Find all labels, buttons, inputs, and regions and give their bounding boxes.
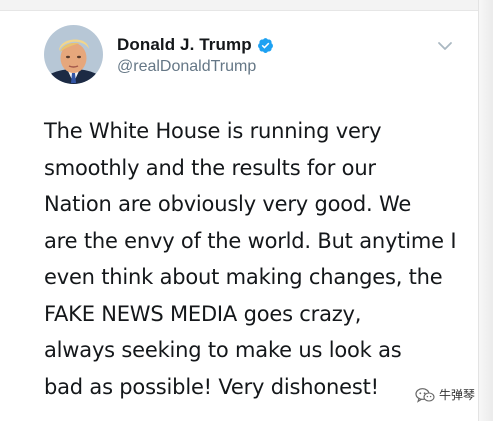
- tweet-line: The White House is running very: [44, 119, 382, 143]
- avatar[interactable]: [44, 25, 103, 84]
- scroll-edge: [478, 0, 493, 421]
- tweet-line: FAKE NEWS MEDIA goes crazy,: [44, 301, 362, 326]
- tweet-line: bad as possible! Very dishonest!: [44, 374, 379, 399]
- handle[interactable]: @realDonaldTrump: [117, 58, 274, 76]
- author-names: Donald J. Trump @realDonaldTrump: [117, 34, 274, 76]
- tweet-line: smoothly and the results for our: [44, 155, 376, 180]
- display-name-row: Donald J. Trump: [117, 34, 274, 56]
- tweet-line: are the envy of the world. But anytime I: [44, 228, 457, 253]
- chevron-down-icon[interactable]: [436, 39, 454, 53]
- tweet-line: Nation are obviously very good. We: [44, 192, 412, 216]
- verified-badge-icon: [257, 37, 273, 53]
- display-name[interactable]: Donald J. Trump: [117, 35, 252, 55]
- tweet-card: Donald J. Trump @realDonaldTrump The Whi…: [0, 10, 478, 421]
- screenshot-frame: Donald J. Trump @realDonaldTrump The Whi…: [0, 0, 493, 421]
- watermark-text: 牛弹琴: [439, 388, 476, 402]
- watermark: 牛弹琴: [415, 386, 475, 403]
- tweet-line: always seeking to make us look as: [44, 338, 402, 362]
- tweet-text: The White House is running very smoothly…: [44, 113, 474, 405]
- wechat-logo-icon: [415, 387, 435, 403]
- profile-photo-icon: [44, 25, 103, 84]
- tweet-line: even think about making changes, the: [44, 265, 443, 289]
